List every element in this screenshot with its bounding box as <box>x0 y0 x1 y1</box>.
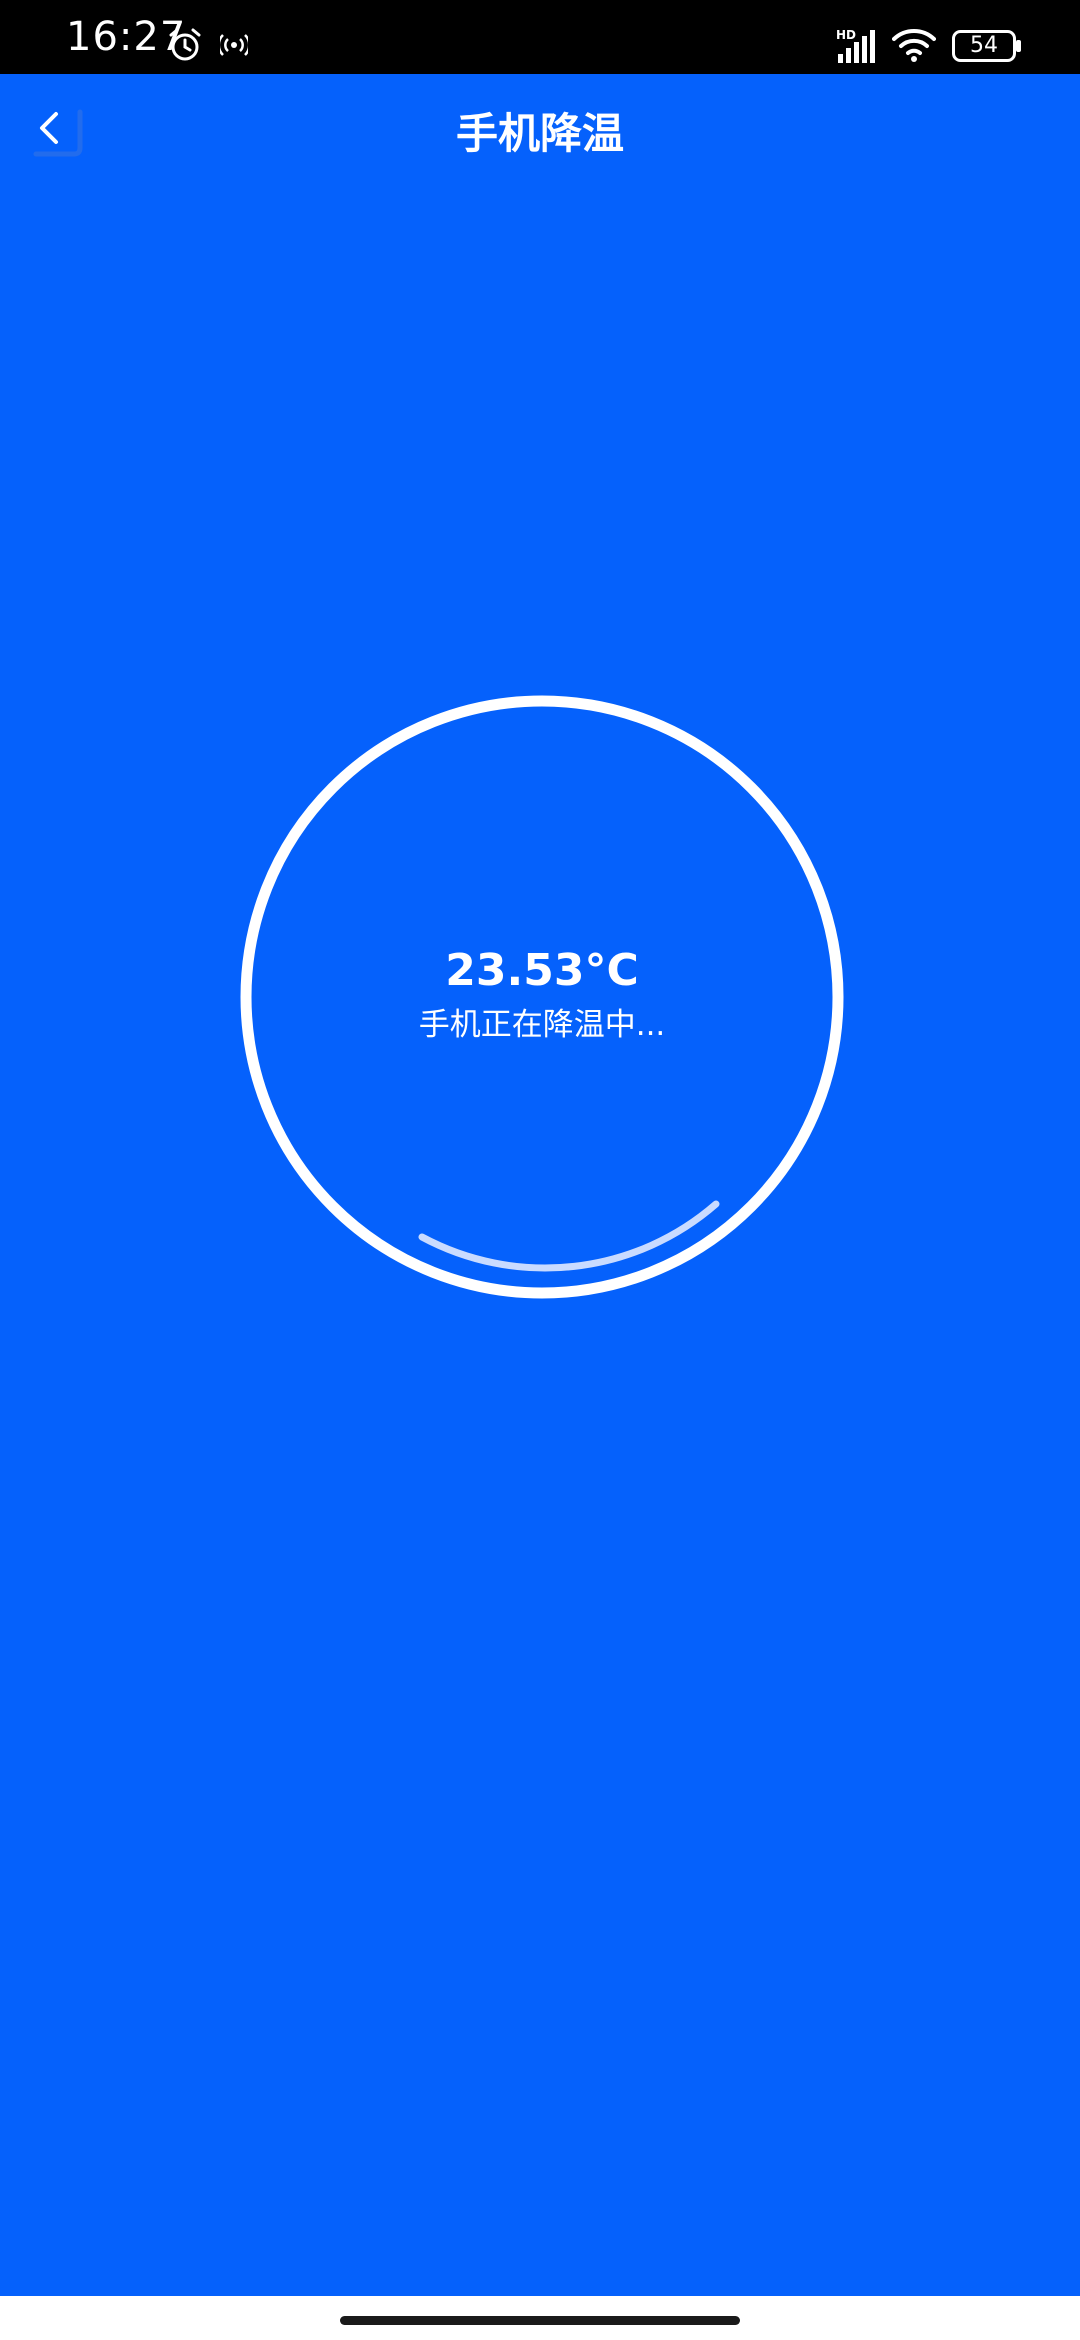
header: 手机降温 <box>0 74 1080 196</box>
battery-level: 54 <box>970 33 998 58</box>
svg-text:HD: HD <box>836 28 856 42</box>
cooling-gauge: 23.53°C 手机正在降温中... <box>240 695 844 1299</box>
navigation-bar <box>0 2296 1080 2340</box>
cooling-status-text: 手机正在降温中... <box>418 1007 666 1043</box>
battery-icon: 54 <box>952 30 1022 62</box>
hd-signal-icon: HD <box>836 28 875 63</box>
hotspot-icon <box>220 34 248 56</box>
cooling-screen: 16:27 HD 54 手机降温 23.53°C 手机正在降温中... <box>0 0 1080 2340</box>
page-title: 手机降温 <box>455 109 624 158</box>
alarm-icon <box>169 28 201 61</box>
cooling-ring <box>240 695 844 1299</box>
temperature-value: 23.53°C <box>445 945 639 996</box>
home-indicator[interactable] <box>340 2316 740 2325</box>
wifi-icon <box>892 29 936 62</box>
status-bar: 16:27 HD 54 <box>0 0 1080 74</box>
